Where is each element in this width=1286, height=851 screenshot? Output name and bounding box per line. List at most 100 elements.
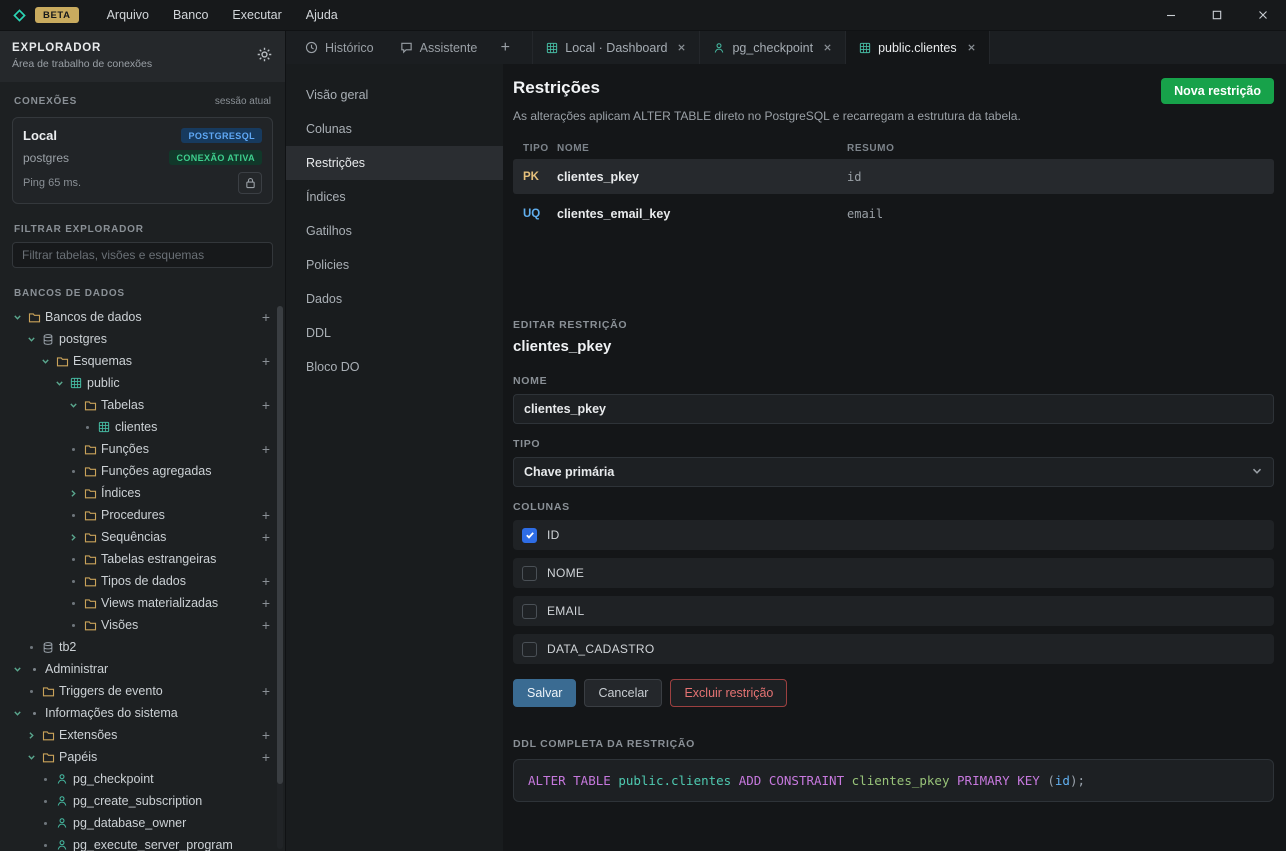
- add-button[interactable]: +: [257, 749, 275, 765]
- column-option-nome[interactable]: NOME: [513, 558, 1274, 588]
- minimize-button[interactable]: [1148, 0, 1194, 30]
- add-button[interactable]: +: [257, 595, 275, 611]
- add-button[interactable]: +: [257, 683, 275, 699]
- add-button[interactable]: +: [257, 507, 275, 523]
- page-header: Restrições Nova restrição: [513, 78, 1274, 104]
- maximize-button[interactable]: [1194, 0, 1240, 30]
- checkbox-unchecked[interactable]: [522, 604, 537, 619]
- close-tab-icon[interactable]: [967, 43, 976, 52]
- connection-name-row: Local POSTGRESQL: [23, 128, 262, 143]
- sidebar-scrollbar[interactable]: [277, 306, 283, 849]
- subnav-item-ddl[interactable]: DDL: [286, 316, 503, 350]
- subnav-item-visao-geral[interactable]: Visão geral: [286, 78, 503, 112]
- new-constraint-button[interactable]: Nova restrição: [1161, 78, 1274, 104]
- add-button[interactable]: +: [257, 727, 275, 743]
- add-button[interactable]: +: [257, 397, 275, 413]
- tab-public-clientes[interactable]: public.clientes: [846, 31, 990, 64]
- subnav-item-indices[interactable]: Índices: [286, 180, 503, 214]
- tree-item-label: Funções: [101, 442, 149, 456]
- tool-tab-assistente[interactable]: Assistente: [387, 31, 491, 64]
- chat-icon: [400, 41, 413, 54]
- lock-button[interactable]: [238, 172, 262, 194]
- scrollbar-thumb[interactable]: [277, 306, 283, 784]
- tree-item-extensoes[interactable]: Extensões+: [0, 724, 275, 746]
- tree-item-tabelas-estrangeiras[interactable]: Tabelas estrangeiras: [0, 548, 275, 570]
- menu-executar[interactable]: Executar: [220, 0, 293, 30]
- save-button[interactable]: Salvar: [513, 679, 576, 707]
- chevron-right-icon: [66, 489, 81, 498]
- cancel-button[interactable]: Cancelar: [584, 679, 662, 707]
- close-button[interactable]: [1240, 0, 1286, 30]
- page-title: Restrições: [513, 78, 600, 98]
- subnav-item-dados[interactable]: Dados: [286, 282, 503, 316]
- add-button[interactable]: +: [257, 353, 275, 369]
- name-field-label: NOME: [513, 375, 1274, 387]
- app-logo-icon: [12, 8, 27, 23]
- tree-item-administrar[interactable]: Administrar: [0, 658, 275, 680]
- tree-item-funcoes-agregadas[interactable]: Funções agregadas: [0, 460, 275, 482]
- constraint-row-clientes-pkey[interactable]: PKclientes_pkeyid: [513, 159, 1274, 194]
- gear-icon[interactable]: [256, 46, 273, 66]
- connection-card[interactable]: Local POSTGRESQL postgres CONEXÃO ATIVA …: [12, 117, 273, 204]
- column-option-id[interactable]: ID: [513, 520, 1274, 550]
- delete-constraint-button[interactable]: Excluir restrição: [670, 679, 787, 707]
- tree-item-pg-execute-server-program[interactable]: pg_execute_server_program: [0, 834, 275, 851]
- code-token: [949, 773, 957, 788]
- tree-item-label: pg_database_owner: [73, 816, 186, 830]
- constraint-row-clientes-email-key[interactable]: UQclientes_email_keyemail: [513, 196, 1274, 231]
- add-button[interactable]: +: [257, 309, 275, 325]
- tree-item-views-materializadas[interactable]: Views materializadas+: [0, 592, 275, 614]
- add-button[interactable]: +: [257, 441, 275, 457]
- tree-item-bancos-de-dados[interactable]: Bancos de dados+: [0, 306, 275, 328]
- tree-item-funcoes[interactable]: Funções +: [0, 438, 275, 460]
- tree-item-postgres[interactable]: postgres: [0, 328, 275, 350]
- explorer-filter-input[interactable]: [12, 242, 273, 268]
- add-button[interactable]: +: [257, 617, 275, 633]
- form-actions: Salvar Cancelar Excluir restrição: [513, 679, 1274, 707]
- menu-ajuda[interactable]: Ajuda: [294, 0, 350, 30]
- tree-item-public[interactable]: public: [0, 372, 275, 394]
- new-tab-button[interactable]: +: [490, 31, 520, 64]
- constraint-name-input[interactable]: [513, 394, 1274, 424]
- tree-item-pg-checkpoint[interactable]: pg_checkpoint: [0, 768, 275, 790]
- checkbox-checked[interactable]: [522, 528, 537, 543]
- tree-item-tabelas[interactable]: Tabelas+: [0, 394, 275, 416]
- tab-pg-checkpoint[interactable]: pg_checkpoint: [700, 31, 846, 64]
- subnav-item-bloco-do[interactable]: Bloco DO: [286, 350, 503, 384]
- subnav-item-restricoes[interactable]: Restrições: [286, 146, 503, 180]
- constraints-table-header: TIPO NOME RESUMO: [513, 139, 1274, 157]
- tree-item-tipos-de-dados[interactable]: Tipos de dados+: [0, 570, 275, 592]
- close-tab-icon[interactable]: [823, 43, 832, 52]
- tab-local-dashboard[interactable]: Local · Dashboard: [532, 31, 700, 64]
- tool-tab-historico[interactable]: Histórico: [292, 31, 387, 64]
- tree-item-esquemas[interactable]: Esquemas+: [0, 350, 275, 372]
- columns-field-label: COLUNAS: [513, 501, 1274, 513]
- add-button[interactable]: +: [257, 573, 275, 589]
- tree-item-tb2[interactable]: tb2: [0, 636, 275, 658]
- checkbox-unchecked[interactable]: [522, 642, 537, 657]
- tree-item-sequencias[interactable]: Sequências+: [0, 526, 275, 548]
- tree-item-procedures[interactable]: Procedures+: [0, 504, 275, 526]
- folder-icon: [39, 685, 57, 698]
- subnav-item-gatilhos[interactable]: Gatilhos: [286, 214, 503, 248]
- column-option-data-cadastro[interactable]: DATA_CADASTRO: [513, 634, 1274, 664]
- tree-item-pg-database-owner[interactable]: pg_database_owner: [0, 812, 275, 834]
- subnav-item-policies[interactable]: Policies: [286, 248, 503, 282]
- dot-icon: [38, 775, 53, 784]
- add-button[interactable]: +: [257, 529, 275, 545]
- constraint-type-select[interactable]: Chave primária: [513, 457, 1274, 487]
- checkbox-unchecked[interactable]: [522, 566, 537, 581]
- tree-item-triggers-de-evento[interactable]: Triggers de evento+: [0, 680, 275, 702]
- connection-ping-row: Ping 65 ms.: [23, 172, 262, 194]
- tree-item-indices[interactable]: Índices: [0, 482, 275, 504]
- subnav-item-colunas[interactable]: Colunas: [286, 112, 503, 146]
- tree-item-informacoes-do-sistema[interactable]: Informações do sistema: [0, 702, 275, 724]
- menu-arquivo[interactable]: Arquivo: [95, 0, 161, 30]
- close-tab-icon[interactable]: [677, 43, 686, 52]
- tree-item-papeis[interactable]: Papéis+: [0, 746, 275, 768]
- column-option-email[interactable]: EMAIL: [513, 596, 1274, 626]
- tree-item-clientes[interactable]: clientes: [0, 416, 275, 438]
- tree-item-pg-create-subscription[interactable]: pg_create_subscription: [0, 790, 275, 812]
- tree-item-visoes[interactable]: Visões+: [0, 614, 275, 636]
- menu-banco[interactable]: Banco: [161, 0, 220, 30]
